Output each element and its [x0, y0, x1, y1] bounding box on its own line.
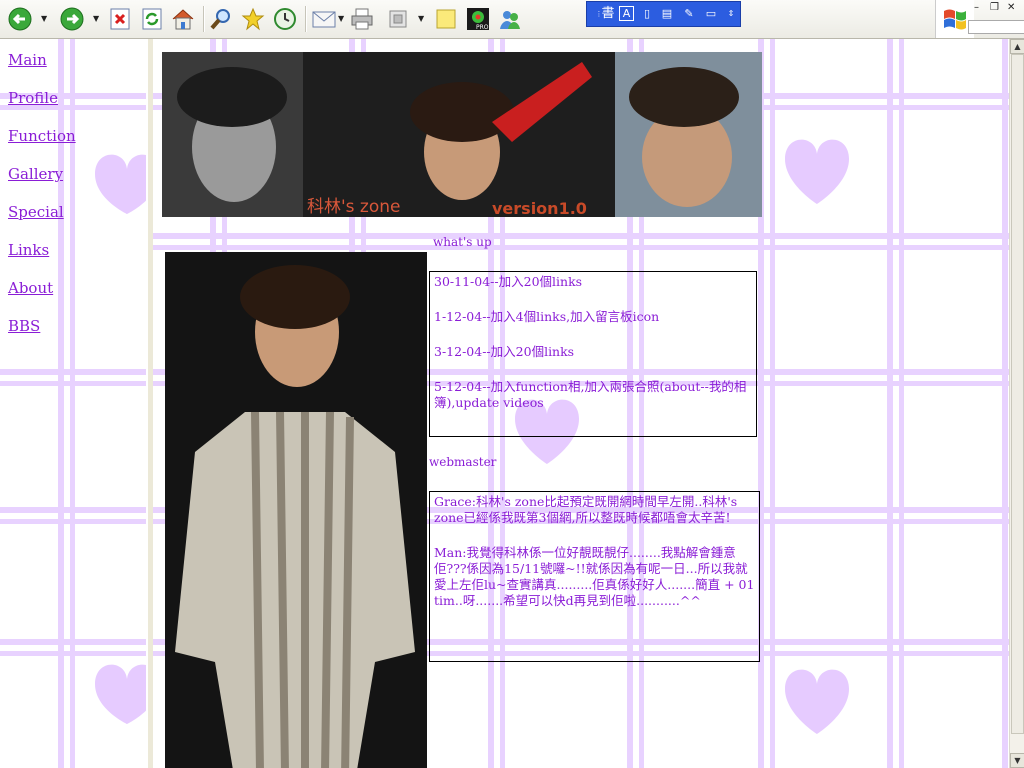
language-bar[interactable]: ⋮ 書 A ▯ ▤ ✎ ▭ ⇕	[586, 1, 741, 27]
scroll-thumb[interactable]	[1011, 54, 1024, 734]
nav-link-special[interactable]: Special	[8, 203, 64, 221]
langbar-options-icon[interactable]: ⇕	[723, 6, 739, 22]
langbar-item-4[interactable]: ✎	[681, 6, 697, 22]
close-icon[interactable]: ✕	[1007, 2, 1015, 13]
content-frame: 科林's zone version1.0 what's up 30-11-04-…	[153, 39, 1009, 768]
webmaster-message: Man:我覺得科林係一位好靚既靚仔........我點解會鍾意佢???係因為15…	[434, 545, 755, 608]
header-banner: 科林's zone version1.0	[162, 52, 762, 217]
scroll-down-icon[interactable]: ▼	[1010, 753, 1024, 768]
update-entry: 3-12-04--加入20個links	[434, 344, 575, 359]
edit-dropdown-icon[interactable]: ▼	[418, 14, 424, 23]
whats-up-box: 30-11-04--加入20個links 1-12-04--加入4個links,…	[429, 271, 757, 437]
mail-dropdown-icon[interactable]: ▼	[338, 14, 344, 23]
discuss-icon[interactable]	[434, 7, 458, 31]
favorites-icon[interactable]	[241, 7, 265, 31]
minimize-icon[interactable]: –	[974, 2, 979, 13]
update-entry: 30-11-04--加入20個links	[434, 274, 583, 289]
nav-background-pattern	[0, 39, 146, 768]
nav-link-main[interactable]: Main	[8, 51, 47, 69]
print-icon[interactable]	[350, 7, 374, 31]
stop-icon[interactable]	[108, 7, 132, 31]
forward-icon[interactable]	[60, 7, 84, 31]
restore-icon[interactable]: ❐	[990, 2, 999, 13]
langbar-ime-label[interactable]: 書	[600, 6, 616, 22]
nav-frame: Main Profile Function Gallery Special Li…	[0, 39, 146, 768]
search-icon[interactable]	[209, 7, 233, 31]
webmaster-message: Grace:科林's zone比起預定既開網時間早左開..科林's zone已經…	[434, 494, 738, 525]
langbar-item-5[interactable]: ▭	[703, 6, 719, 22]
toolbar-separator	[203, 6, 205, 32]
messenger-icon[interactable]	[498, 7, 522, 31]
langbar-item-2[interactable]: ▯	[639, 6, 655, 22]
vertical-scrollbar[interactable]: ▲ ▼	[1009, 39, 1024, 768]
update-entry: 5-12-04--加入function相,加入兩張合照(about--我的相簿)…	[434, 379, 747, 410]
langbar-item-3[interactable]: ▤	[659, 6, 675, 22]
icq-icon[interactable]: PRO	[466, 7, 490, 31]
nav-link-links[interactable]: Links	[8, 241, 49, 259]
nav-link-bbs[interactable]: BBS	[8, 317, 40, 335]
back-dropdown-icon[interactable]: ▼	[41, 14, 47, 23]
history-icon[interactable]	[273, 7, 297, 31]
whats-up-title: what's up	[433, 235, 492, 249]
svg-text:PRO: PRO	[476, 24, 489, 31]
toolbar-separator	[305, 6, 307, 32]
profile-photo	[165, 252, 427, 768]
home-icon[interactable]	[171, 7, 195, 31]
nav-link-gallery[interactable]: Gallery	[8, 165, 63, 183]
nav-link-about[interactable]: About	[8, 279, 53, 297]
scroll-up-icon[interactable]: ▲	[1010, 39, 1024, 54]
browser-toolbar: ▼ ▼ ▼ ▼ PRO ⋮ 書 A ▯ ▤ ✎ ▭ ⇕ – ❐ ✕	[0, 0, 1024, 39]
mail-icon[interactable]	[312, 7, 336, 31]
update-entry: 1-12-04--加入4個links,加入留言板icon	[434, 309, 660, 324]
langbar-item-1[interactable]: A	[619, 6, 634, 21]
refresh-icon[interactable]	[140, 7, 164, 31]
banner-brand-text: 科林's zone	[307, 197, 401, 217]
address-field[interactable]	[968, 20, 1024, 34]
edit-icon[interactable]	[386, 7, 410, 31]
banner-version-text: version1.0	[492, 199, 587, 217]
back-icon[interactable]	[8, 7, 32, 31]
webmaster-title: webmaster	[429, 455, 497, 469]
nav-link-function[interactable]: Function	[8, 127, 76, 145]
nav-link-profile[interactable]: Profile	[8, 89, 58, 107]
forward-dropdown-icon[interactable]: ▼	[93, 14, 99, 23]
webmaster-box: Grace:科林's zone比起預定既開網時間早左開..科林's zone已經…	[429, 491, 760, 662]
